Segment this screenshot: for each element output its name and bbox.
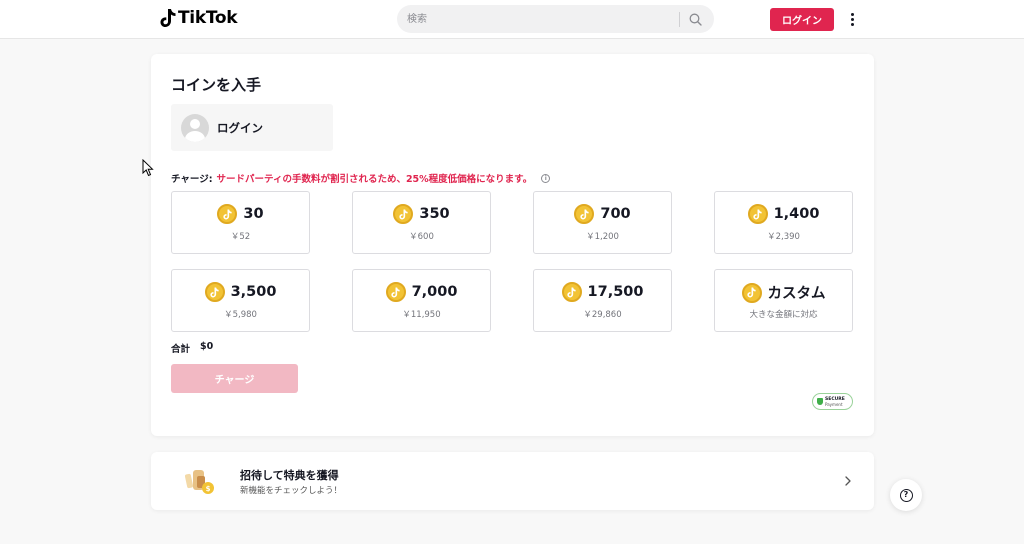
gift-hand-icon: $ [184,470,214,494]
coin-icon [204,282,225,302]
coin-price: 大きな金額に対応 [749,310,818,320]
dot-icon [850,12,854,16]
invite-title: 招待して特典を獲得 [240,469,339,482]
coin-amount: 1,400 [773,206,820,222]
account-login-box[interactable]: ログイン [171,104,333,151]
coin-amount: 17,500 [587,284,644,300]
coin-price: ￥52 [230,232,251,242]
coin-package-7000[interactable]: 7,000 ￥11,950 [352,269,491,332]
dot-icon [850,17,854,21]
coin-package-17500[interactable]: 17,500 ￥29,860 [533,269,672,332]
coin-amount: 350 [419,206,450,222]
tiktok-note-icon [160,9,176,27]
coin-package-1400[interactable]: 1,400 ￥2,390 [714,191,853,254]
help-button[interactable]: ? [890,479,922,511]
total-value: $0 [200,341,214,352]
more-options-button[interactable] [845,10,859,28]
search-button[interactable] [685,9,705,29]
search-input[interactable] [407,9,667,29]
charge-button[interactable]: チャージ [171,364,298,393]
logo-text: TikTok [178,8,238,28]
chevron-right-icon [845,476,851,486]
coin-icon [217,204,238,224]
total-label: 合計 [171,344,191,355]
secure-payment-badge: SECURE Payment [812,393,853,410]
charge-discount-note: サードパーティの手数料が割引されるため、25%程度低価格になります。 [216,174,533,185]
total-row: 合計 $0 [171,341,213,355]
page-title: コインを入手 [171,76,262,94]
coin-icon [385,282,406,302]
search-divider [679,12,680,27]
coin-price: ￥600 [409,232,434,242]
charge-label: チャージ: [171,174,213,185]
question-icon: ? [899,488,913,502]
coin-amount: 700 [600,206,631,222]
coin-package-350[interactable]: 350 ￥600 [352,191,491,254]
coin-price: ￥5,980 [224,310,257,320]
coin-amount: カスタム [767,286,826,302]
shield-icon [817,398,823,405]
invite-subtitle: 新機能をチェックしよう！ [240,486,343,496]
charge-note: チャージ: サードパーティの手数料が割引されるため、25%程度低価格になります。… [171,171,551,185]
invite-rewards-card[interactable]: $ 招待して特典を獲得 新機能をチェックしよう！ [151,452,874,510]
coin-icon [393,204,414,224]
coin-amount: 3,500 [230,284,277,300]
get-coins-card: コインを入手 ログイン チャージ: サードパーティの手数料が割引されるため、25… [151,54,874,436]
coin-price: ￥1,200 [586,232,619,242]
coin-amount: 7,000 [411,284,458,300]
login-button[interactable]: ログイン [770,8,834,31]
avatar-icon [181,113,209,142]
account-login-label: ログイン [217,120,263,135]
coin-price: ￥2,390 [767,232,800,242]
mouse-cursor-icon [142,159,154,177]
search-icon [689,13,702,26]
coin-price: ￥29,860 [583,310,622,320]
tiktok-logo[interactable]: TikTok [160,8,238,28]
coin-amount: 30 [243,206,264,222]
dot-icon [850,22,854,26]
search-bar [397,5,714,33]
coin-icon [741,282,762,303]
info-icon[interactable]: i [541,173,551,183]
coin-package-3500[interactable]: 3,500 ￥5,980 [171,269,310,332]
coin-price: ￥11,950 [402,310,441,320]
coin-icon [561,282,582,302]
svg-text:$: $ [206,485,211,493]
coin-icon [747,204,768,224]
payment-label: Payment [825,401,843,407]
top-header: TikTok ログイン [0,0,1024,39]
coin-package-700[interactable]: 700 ￥1,200 [533,191,672,254]
coin-package-custom[interactable]: カスタム 大きな金額に対応 [714,269,853,332]
coin-package-30[interactable]: 30 ￥52 [171,191,310,254]
coin-icon [574,204,595,224]
